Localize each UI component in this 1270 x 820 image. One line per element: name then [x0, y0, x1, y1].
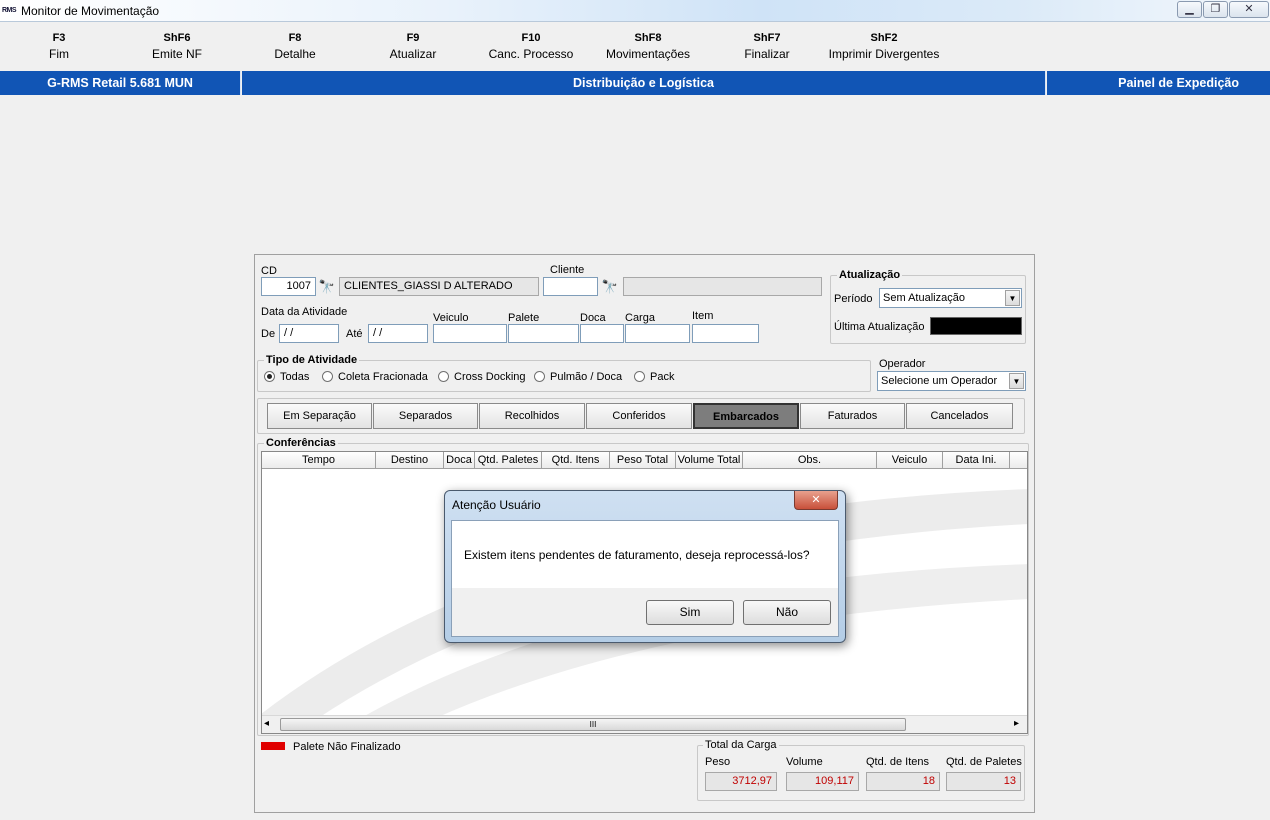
cliente-label: Cliente [550, 264, 585, 276]
tab-faturados[interactable]: Faturados [800, 403, 905, 429]
chevron-down-icon[interactable]: ▼ [1009, 373, 1024, 389]
col-data-ini[interactable]: Data Ini. [943, 452, 1010, 469]
tab-separados[interactable]: Separados [373, 403, 478, 429]
header-module: Distribuição e Logística [242, 71, 1046, 95]
tab-cancelados[interactable]: Cancelados [906, 403, 1013, 429]
cd-input[interactable]: 1007 [261, 277, 316, 296]
carga-input[interactable] [625, 324, 690, 343]
qtd-itens-value: 18 [866, 772, 940, 791]
total-carga-title: Total da Carga [703, 739, 779, 751]
tipo-atividade-title: Tipo de Atividade [264, 354, 360, 366]
cd-search-binoculars-icon[interactable]: 🔭 [317, 277, 337, 296]
tab-em-separacao[interactable]: Em Separação [267, 403, 372, 429]
toolbar-f8-detalhe[interactable]: F8 Detalhe [240, 30, 350, 64]
title-bar: RMS Monitor de Movimentação ▁ ❐ ✕ [0, 0, 1270, 22]
col-qtd-itens[interactable]: Qtd. Itens [542, 452, 610, 469]
volume-label: Volume [786, 756, 823, 768]
veiculo-input[interactable] [433, 324, 507, 343]
dialog-close-icon[interactable]: ✕ [794, 491, 838, 510]
item-input[interactable] [692, 324, 759, 343]
radio-coleta-fracionada[interactable]: Coleta Fracionada [322, 371, 428, 383]
radio-pulmao-doca[interactable]: Pulmão / Doca [534, 371, 622, 383]
radio-pack[interactable]: Pack [634, 371, 674, 383]
palete-input[interactable] [508, 324, 579, 343]
col-qtd-paletes[interactable]: Qtd. Paletes [475, 452, 542, 469]
cd-label: CD [261, 265, 277, 277]
operador-select[interactable]: Selecione um Operador ▼ [877, 371, 1026, 391]
col-volume-total[interactable]: Volume Total [676, 452, 743, 469]
col-destino[interactable]: Destino [376, 452, 444, 469]
dialog-body: Existem itens pendentes de faturamento, … [451, 520, 839, 637]
legend-red-swatch [261, 742, 285, 750]
carga-label: Carga [625, 312, 655, 324]
scroll-left-icon[interactable]: ◂ [264, 718, 269, 729]
qtd-paletes-label: Qtd. de Paletes [946, 756, 1022, 768]
legend-palete-nao-finalizado: Palete Não Finalizado [293, 741, 401, 753]
tab-conferidos[interactable]: Conferidos [586, 403, 692, 429]
veiculo-label: Veiculo [433, 312, 469, 324]
tab-embarcados[interactable]: Embarcados [693, 403, 799, 429]
app-icon: RMS [2, 7, 17, 14]
cliente-input[interactable] [543, 277, 598, 296]
toolbar-shf7-finalizar[interactable]: ShF7 Finalizar [712, 30, 822, 64]
col-obs[interactable]: Obs. [743, 452, 877, 469]
toolbar-shf8-movimentacoes[interactable]: ShF8 Movimentações [593, 30, 703, 64]
doca-input[interactable] [580, 324, 624, 343]
header-screen-name: Painel de Expedição [1047, 71, 1270, 95]
horizontal-scrollbar[interactable]: ◂ III ▸ [262, 715, 1027, 733]
conferencias-title: Conferências [264, 437, 338, 449]
col-veiculo[interactable]: Veiculo [877, 452, 943, 469]
peso-label: Peso [705, 756, 731, 768]
item-label: Item [692, 310, 714, 322]
periodo-label: Período [834, 293, 873, 305]
data-de-input[interactable]: / / [279, 324, 339, 343]
toolbar-shf6-emite-nf[interactable]: ShF6 Emite NF [122, 30, 232, 64]
close-icon[interactable]: ✕ [1229, 1, 1269, 18]
cliente-search-binoculars-icon[interactable]: 🔭 [600, 277, 620, 296]
data-atividade-label: Data da Atividade [261, 306, 348, 318]
palete-label: Palete [508, 312, 540, 324]
restore-icon[interactable]: ❐ [1203, 1, 1228, 18]
minimize-icon[interactable]: ▁ [1177, 1, 1202, 18]
radio-cross-docking[interactable]: Cross Docking [438, 371, 526, 383]
window-title: Monitor de Movimentação [21, 4, 160, 18]
atualizacao-title: Atualização [837, 269, 903, 281]
toolbar-f9-atualizar[interactable]: F9 Atualizar [358, 30, 468, 64]
radio-todas[interactable]: Todas [264, 371, 309, 383]
qtd-itens-label: Qtd. de Itens [866, 756, 929, 768]
doca-label: Doca [580, 312, 606, 324]
cliente-name-field [623, 277, 822, 296]
col-peso-total[interactable]: Peso Total [610, 452, 676, 469]
cd-name-field: CLIENTES_GIASSI D ALTERADO [339, 277, 539, 296]
volume-value: 109,117 [786, 772, 859, 791]
radio-todas-circle[interactable] [264, 371, 275, 382]
toolbar-f3-fim[interactable]: F3 Fim [4, 30, 114, 64]
operador-label: Operador [879, 358, 926, 370]
qtd-paletes-value: 13 [946, 772, 1021, 791]
dialog-title: Atenção Usuário [452, 498, 541, 512]
scroll-thumb[interactable]: III [280, 718, 906, 731]
ultima-atualizacao-field [930, 317, 1022, 335]
tab-recolhidos[interactable]: Recolhidos [479, 403, 585, 429]
yes-button[interactable]: Sim [646, 600, 734, 625]
col-doca[interactable]: Doca [444, 452, 475, 469]
toolbar-shf2-imprimir-divergentes[interactable]: ShF2 Imprimir Divergentes [819, 30, 949, 64]
col-tempo[interactable]: Tempo [262, 452, 376, 469]
toolbar-f10-canc-processo[interactable]: F10 Canc. Processo [476, 30, 586, 64]
header-system-version: G-RMS Retail 5.681 MUN [0, 71, 241, 95]
ultima-atualizacao-label: Última Atualização [834, 321, 925, 333]
dialog-message: Existem itens pendentes de faturamento, … [464, 548, 810, 562]
periodo-select[interactable]: Sem Atualização ▼ [879, 288, 1022, 308]
chevron-down-icon[interactable]: ▼ [1005, 290, 1020, 306]
confirm-dialog: Atenção Usuário ✕ Existem itens pendente… [444, 490, 846, 643]
scroll-right-icon[interactable]: ▸ [1014, 718, 1019, 729]
peso-value: 3712,97 [705, 772, 777, 791]
ate-label: Até [346, 328, 363, 340]
col-overflow [1010, 452, 1027, 469]
de-label: De [261, 328, 276, 340]
no-button[interactable]: Não [743, 600, 831, 625]
data-ate-input[interactable]: / / [368, 324, 428, 343]
dialog-footer: Sim Não [452, 588, 838, 636]
